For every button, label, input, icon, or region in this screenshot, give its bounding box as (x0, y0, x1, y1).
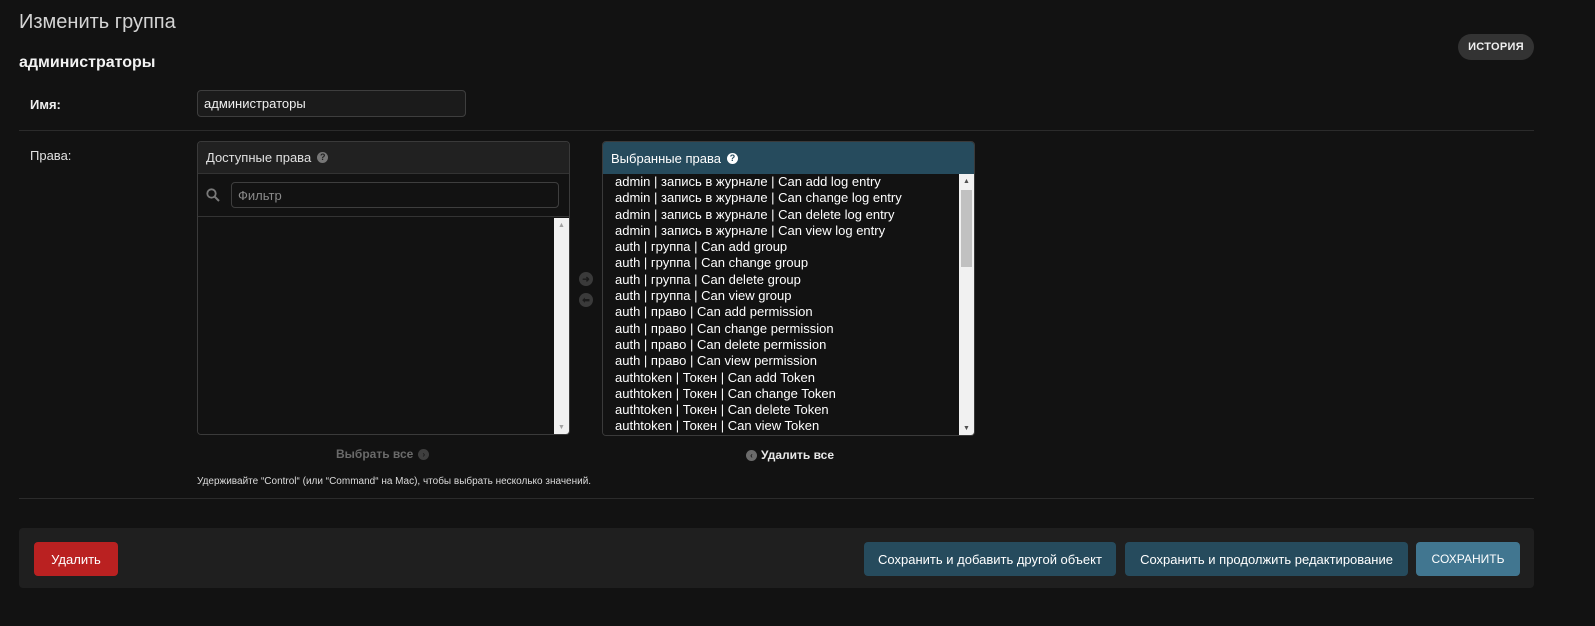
choose-all-label: Выбрать все (336, 447, 414, 461)
scrollbar[interactable]: ▲ ▼ (554, 218, 569, 434)
delete-button[interactable]: Удалить (34, 542, 118, 576)
save-and-continue-button[interactable]: Сохранить и продолжить редактирование (1125, 542, 1408, 576)
chosen-permission-option[interactable]: auth | право | Can delete permission (603, 337, 959, 353)
help-icon[interactable]: ? (726, 152, 738, 164)
history-button[interactable]: ИСТОРИЯ (1458, 34, 1534, 60)
remove-all-link[interactable]: ‹ Удалить все (746, 448, 834, 462)
available-permissions-list[interactable] (198, 218, 554, 434)
chosen-permission-option[interactable]: authtoken | Токен | Can delete Token (603, 402, 959, 418)
save-button[interactable]: СОХРАНИТЬ (1416, 542, 1520, 576)
chosen-permission-option[interactable]: authtoken | Токен | Can add Token (603, 370, 959, 386)
remove-selected-arrow-icon[interactable]: ⬅ (579, 293, 593, 307)
add-selected-arrow-icon[interactable]: ➜ (579, 272, 593, 286)
name-input[interactable] (197, 90, 466, 117)
name-field-label: Имя: (30, 97, 61, 112)
chosen-permissions-list[interactable]: admin | запись в журнале | Can add log e… (603, 174, 959, 435)
choose-all-link[interactable]: Выбрать все › (336, 447, 430, 461)
scroll-down-arrow-icon[interactable]: ▼ (554, 420, 569, 434)
search-icon (206, 188, 220, 202)
divider (19, 498, 1534, 499)
chosen-permission-option[interactable]: auth | право | Can change permission (603, 321, 959, 337)
chosen-permission-option[interactable]: auth | группа | Can delete group (603, 272, 959, 288)
chosen-permission-option[interactable]: auth | право | Can view permission (603, 353, 959, 369)
filter-input[interactable] (231, 182, 559, 208)
chosen-permission-option[interactable]: auth | группа | Can view group (603, 288, 959, 304)
chosen-permission-option[interactable]: admin | запись в журнале | Can add log e… (603, 174, 959, 190)
chosen-permission-option[interactable]: admin | запись в журнале | Can change lo… (603, 190, 959, 206)
scroll-thumb[interactable] (961, 190, 972, 267)
chosen-permission-option[interactable]: authtoken | Токен | Can view Token (603, 418, 959, 434)
available-permissions-box: Доступные права ? ▲ ▼ (197, 141, 570, 435)
save-and-add-another-button[interactable]: Сохранить и добавить другой объект (864, 542, 1116, 576)
chosen-permission-option[interactable]: authtoken | Токен | Can change Token (603, 386, 959, 402)
chosen-permission-option[interactable]: auth | группа | Can add group (603, 239, 959, 255)
submit-row: Удалить Сохранить и добавить другой объе… (19, 528, 1534, 588)
help-icon[interactable]: ? (317, 152, 329, 163)
permissions-field-label: Права: (30, 148, 72, 163)
object-name-heading: администраторы (19, 54, 156, 71)
chosen-permission-option[interactable]: admin | запись в журнале | Can delete lo… (603, 207, 959, 223)
chosen-permission-option[interactable]: admin | запись в журнале | Can view log … (603, 223, 959, 239)
chosen-permission-option[interactable]: auth | право | Can add permission (603, 304, 959, 320)
filter-row (198, 174, 569, 217)
arrow-left-icon: ‹ (746, 449, 757, 461)
help-text: Удерживайте “Control“ (или “Command“ на … (197, 476, 592, 487)
remove-all-label: Удалить все (761, 448, 835, 462)
page-title: Изменить группа (19, 11, 176, 33)
available-permissions-header: Доступные права ? (198, 142, 569, 174)
arrow-right-icon: › (418, 448, 430, 460)
chosen-permission-option[interactable]: auth | группа | Can change group (603, 255, 959, 271)
divider (19, 130, 1534, 131)
chosen-permissions-header: Выбранные права ? (603, 142, 974, 174)
scroll-down-arrow-icon[interactable]: ▼ (959, 421, 974, 435)
chosen-permissions-title: Выбранные права (611, 150, 721, 166)
scroll-up-arrow-icon[interactable]: ▲ (959, 174, 974, 188)
scroll-up-arrow-icon[interactable]: ▲ (554, 218, 569, 232)
chosen-permissions-box: Выбранные права ? admin | запись в журна… (602, 141, 975, 436)
available-permissions-title: Доступные права (206, 150, 312, 165)
scrollbar[interactable]: ▲ ▼ (959, 174, 974, 435)
